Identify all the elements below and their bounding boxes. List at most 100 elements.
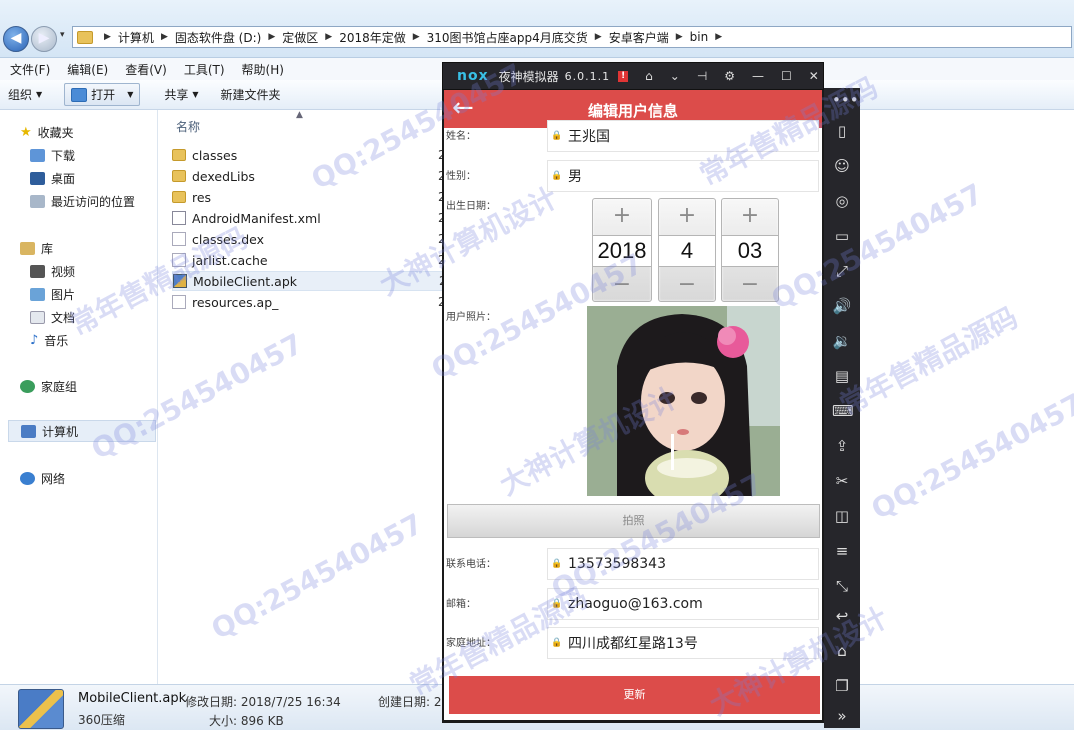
nav-downloads[interactable]: 下载 <box>30 147 75 164</box>
file-row[interactable]: dexedLibs 2 <box>172 166 448 186</box>
breadcrumb-2018[interactable]: 2018年定做 <box>335 29 410 46</box>
nav-documents[interactable]: 文档 <box>30 309 75 326</box>
volume-down-icon[interactable]: 🔉 <box>832 331 852 351</box>
nav-recent-places[interactable]: 最近访问的位置 <box>30 193 135 210</box>
take-photo-button[interactable]: 拍照 <box>447 504 820 538</box>
nav-homegroup[interactable]: 家庭组 <box>20 378 77 395</box>
resize-icon[interactable]: ⤡ <box>832 576 852 596</box>
more-icon[interactable]: ••• <box>832 90 859 110</box>
chevron-right-icon[interactable]: ▶ <box>322 32 335 42</box>
month-picker[interactable]: + 4 − <box>658 198 716 302</box>
rotate-phone-icon[interactable]: ▯ <box>832 121 852 141</box>
day-decrement-button[interactable]: − <box>722 272 778 297</box>
breadcrumb-android-client[interactable]: 安卓客户端 <box>605 29 673 46</box>
chevron-right-icon[interactable]: ▶ <box>712 32 725 42</box>
multi-instance-icon[interactable]: ◫ <box>832 506 852 526</box>
pin-icon[interactable]: ⊣ <box>697 69 707 83</box>
breadcrumb-bin[interactable]: bin <box>686 30 713 44</box>
chevron-right-icon[interactable]: ▶ <box>410 32 423 42</box>
history-dropdown[interactable]: ▾ <box>60 30 65 40</box>
file-row[interactable]: res 2 <box>172 187 448 207</box>
nav-pictures[interactable]: 图片 <box>30 286 75 303</box>
update-button[interactable]: 更新 <box>449 676 820 714</box>
new-folder-button[interactable]: 新建文件夹 <box>221 86 281 103</box>
year-value[interactable]: 2018 <box>593 235 651 267</box>
nav-videos[interactable]: 视频 <box>30 263 75 280</box>
file-row[interactable]: classes 2 <box>172 145 448 165</box>
volume-up-icon[interactable]: 🔊 <box>832 296 852 316</box>
location-icon[interactable]: ◎ <box>832 191 852 211</box>
nav-favorites[interactable]: ★ 收藏夹 <box>20 124 74 141</box>
recent-apps-icon[interactable]: ❐ <box>832 676 852 696</box>
fullscreen-icon[interactable]: ⤢ <box>832 261 852 281</box>
birthdate-label: 出生日期： <box>446 201 496 212</box>
chevron-right-icon[interactable]: ▶ <box>673 32 686 42</box>
double-chevron-icon[interactable]: » <box>832 706 852 726</box>
menu-help[interactable]: 帮助(H) <box>242 61 284 78</box>
keyboard-mapping-icon[interactable]: ⌨ <box>832 401 854 421</box>
maximize-icon[interactable]: ☐ <box>781 69 792 83</box>
share-button[interactable]: 共享 ▼ <box>164 86 198 103</box>
back-nav-icon[interactable]: ↩ <box>832 606 852 626</box>
nav-libraries[interactable]: 库 <box>20 240 53 257</box>
menu-view[interactable]: 查看(V) <box>125 61 167 78</box>
organize-label: 组织 <box>8 88 33 102</box>
breadcrumb-drive-d[interactable]: 固态软件盘 (D:) <box>171 29 265 46</box>
name-field[interactable]: 🔒 王兆国 <box>547 120 819 152</box>
file-row[interactable]: jarlist.cache 2 <box>172 250 448 270</box>
year-increment-button[interactable]: + <box>593 203 651 228</box>
month-decrement-button[interactable]: − <box>659 272 715 297</box>
file-row[interactable]: classes.dex 2 <box>172 229 448 249</box>
home-nav-icon[interactable]: ⌂ <box>832 641 852 661</box>
file-row[interactable]: resources.ap_ 2 <box>172 292 448 312</box>
month-value[interactable]: 4 <box>659 235 715 267</box>
address-bar[interactable]: ▶ 计算机 ▶ 固态软件盘 (D:) ▶ 定做区 ▶ 2018年定做 ▶ 310… <box>72 26 1072 48</box>
menu-tools[interactable]: 工具(T) <box>184 61 225 78</box>
toolbox-icon[interactable]: ▤ <box>832 366 852 386</box>
minimize-icon[interactable]: — <box>752 69 764 83</box>
email-field[interactable]: 🔒 zhaoguo@163.com <box>547 588 819 620</box>
day-value[interactable]: 03 <box>722 235 778 267</box>
chevron-right-icon[interactable]: ▶ <box>265 32 278 42</box>
back-button[interactable]: ◀ <box>3 26 29 52</box>
gear-icon[interactable]: ⚙ <box>724 69 735 83</box>
network-icon <box>20 472 35 485</box>
nav-music[interactable]: ♪ 音乐 <box>30 332 68 349</box>
apk-install-icon[interactable]: ⇪ <box>832 436 852 456</box>
nav-network[interactable]: 网络 <box>20 470 65 487</box>
address-field[interactable]: 🔒 四川成都红星路13号 <box>547 627 819 659</box>
menu-edit[interactable]: 编辑(E) <box>67 61 108 78</box>
breadcrumb-custom-area[interactable]: 定做区 <box>278 29 322 46</box>
close-icon[interactable]: ✕ <box>809 69 819 83</box>
menu-file[interactable]: 文件(F) <box>10 61 50 78</box>
file-row[interactable]: AndroidManifest.xml 2 <box>172 208 448 228</box>
year-decrement-button[interactable]: − <box>593 272 651 297</box>
year-picker[interactable]: + 2018 − <box>592 198 652 302</box>
organize-button[interactable]: 组织 ▼ <box>8 86 42 103</box>
day-increment-button[interactable]: + <box>722 203 778 228</box>
phone-field[interactable]: 🔒 13573598343 <box>547 548 819 580</box>
day-picker[interactable]: + 03 − <box>721 198 779 302</box>
robot-icon[interactable]: ☺ <box>832 156 852 176</box>
home-icon[interactable]: ⌂ <box>645 69 653 83</box>
file-name: dexedLibs <box>192 168 255 184</box>
screen-icon[interactable]: ▭ <box>832 226 852 246</box>
menu-icon[interactable]: ≡ <box>832 541 852 561</box>
forward-button[interactable]: ▶ <box>31 26 57 52</box>
month-increment-button[interactable]: + <box>659 203 715 228</box>
column-header-name[interactable]: 名称 <box>176 118 200 135</box>
breadcrumb-computer[interactable]: 计算机 <box>114 29 158 46</box>
alert-icon[interactable]: ! <box>618 70 629 82</box>
chevron-right-icon[interactable]: ▶ <box>592 32 605 42</box>
nav-computer[interactable]: 计算机 <box>8 420 156 442</box>
file-row-selected[interactable]: MobileClient.apk 2 <box>172 271 448 291</box>
caret-down-icon[interactable]: ▼ <box>127 90 133 99</box>
chevron-right-icon[interactable]: ▶ <box>158 32 171 42</box>
gender-field[interactable]: 🔒 男 <box>547 160 819 192</box>
scissors-icon[interactable]: ✂ <box>832 471 852 491</box>
nav-desktop[interactable]: 桌面 <box>30 170 75 187</box>
video-icon <box>30 265 45 278</box>
breadcrumb-project[interactable]: 310图书馆占座app4月底交货 <box>423 29 592 46</box>
chevron-down-icon[interactable]: ⌄ <box>670 69 680 83</box>
open-button[interactable]: 打开 ▼ <box>64 83 141 106</box>
